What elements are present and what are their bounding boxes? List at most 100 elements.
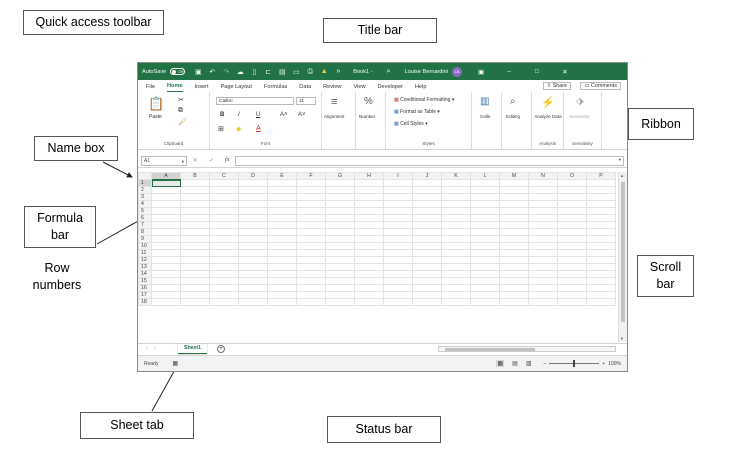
number-label[interactable]: Number (359, 114, 375, 119)
cell[interactable] (296, 270, 326, 278)
cell[interactable] (412, 214, 442, 222)
cell[interactable] (470, 277, 500, 285)
cell[interactable] (325, 277, 355, 285)
macro-record-icon[interactable]: ▦ (172, 360, 178, 367)
zoom-out-icon[interactable]: – (544, 361, 547, 367)
cell[interactable] (412, 242, 442, 250)
close-button[interactable]: ✕ (556, 68, 574, 76)
cell[interactable] (557, 263, 587, 271)
cell[interactable] (238, 186, 268, 194)
cell[interactable] (586, 284, 616, 292)
cell[interactable] (557, 298, 587, 306)
row-number[interactable]: 12 (138, 256, 152, 264)
cell[interactable] (325, 200, 355, 208)
fill-color-button[interactable]: ◈ (236, 125, 241, 133)
decrease-font-icon[interactable]: A˅ (298, 112, 306, 118)
row-number[interactable]: 6 (138, 214, 152, 222)
row-number[interactable]: 13 (138, 263, 152, 271)
cell[interactable] (238, 270, 268, 278)
column-header[interactable]: I (383, 172, 413, 180)
cell[interactable] (470, 193, 500, 201)
cell[interactable] (209, 284, 239, 292)
cell[interactable] (267, 263, 297, 271)
cell[interactable] (354, 221, 384, 229)
column-header[interactable]: B (180, 172, 210, 180)
cell[interactable] (296, 179, 326, 187)
cell[interactable] (267, 221, 297, 229)
column-header[interactable]: N (528, 172, 558, 180)
cell[interactable] (586, 186, 616, 194)
cell[interactable] (557, 242, 587, 250)
cell[interactable] (296, 207, 326, 215)
cell[interactable] (412, 270, 442, 278)
cell[interactable] (238, 207, 268, 215)
cell[interactable] (557, 284, 587, 292)
cell[interactable] (499, 228, 529, 236)
row-number[interactable]: 18 (138, 298, 152, 306)
cell[interactable] (499, 284, 529, 292)
borders-icon[interactable]: ⊞ (218, 125, 224, 133)
cell[interactable] (180, 193, 210, 201)
cell[interactable] (325, 242, 355, 250)
cell[interactable] (209, 200, 239, 208)
cell[interactable] (383, 235, 413, 243)
sensitivity-label[interactable]: Sensitivity (569, 114, 590, 119)
cell[interactable] (151, 277, 181, 285)
cell[interactable] (557, 221, 587, 229)
normal-view-icon[interactable]: ▦ (496, 360, 505, 367)
cell[interactable] (383, 214, 413, 222)
tab-data[interactable]: Data (299, 84, 311, 92)
row-number[interactable]: 16 (138, 284, 152, 292)
cell[interactable] (180, 256, 210, 264)
cell[interactable] (470, 200, 500, 208)
cell[interactable] (383, 221, 413, 229)
sheet-tab[interactable]: Sheet1 (178, 344, 208, 354)
cancel-icon[interactable]: ✕ (193, 157, 198, 164)
cell[interactable] (441, 228, 471, 236)
alignment-label[interactable]: Alignment (324, 114, 344, 119)
cell[interactable] (180, 186, 210, 194)
formula-input[interactable]: ▾ (235, 155, 624, 166)
cell[interactable] (586, 235, 616, 243)
cell[interactable] (383, 200, 413, 208)
cell[interactable] (267, 228, 297, 236)
scroll-down-icon[interactable]: ▼ (620, 336, 624, 341)
cell[interactable] (151, 235, 181, 243)
cell[interactable] (267, 179, 297, 187)
cell[interactable] (354, 256, 384, 264)
cell[interactable] (354, 277, 384, 285)
cell[interactable] (151, 284, 181, 292)
cell[interactable] (586, 228, 616, 236)
cell[interactable] (267, 200, 297, 208)
row-number[interactable]: 11 (138, 249, 152, 257)
cell[interactable] (586, 242, 616, 250)
cell[interactable] (528, 207, 558, 215)
cell[interactable] (180, 263, 210, 271)
cell[interactable] (586, 214, 616, 222)
cell[interactable] (557, 228, 587, 236)
zoom-level[interactable]: 100% (608, 361, 621, 367)
cell[interactable] (441, 270, 471, 278)
cell[interactable] (325, 235, 355, 243)
row-number[interactable]: 1 (138, 179, 152, 187)
format-painter-icon[interactable]: 🖌 (178, 118, 187, 126)
cell[interactable] (296, 284, 326, 292)
cell[interactable] (499, 291, 529, 299)
cell[interactable] (557, 186, 587, 194)
cell[interactable] (470, 235, 500, 243)
cell[interactable] (499, 256, 529, 264)
avatar[interactable]: LB (452, 66, 463, 77)
cell[interactable] (238, 221, 268, 229)
cell[interactable] (180, 284, 210, 292)
cell[interactable] (238, 200, 268, 208)
cells-label[interactable]: Cells (480, 114, 490, 119)
cell[interactable] (586, 200, 616, 208)
cell[interactable] (557, 249, 587, 257)
scroll-up-icon[interactable]: ▲ (620, 173, 624, 178)
cell[interactable] (267, 256, 297, 264)
cell[interactable] (354, 207, 384, 215)
cell[interactable] (296, 249, 326, 257)
cell[interactable] (586, 193, 616, 201)
cell[interactable] (470, 263, 500, 271)
cell[interactable] (354, 284, 384, 292)
